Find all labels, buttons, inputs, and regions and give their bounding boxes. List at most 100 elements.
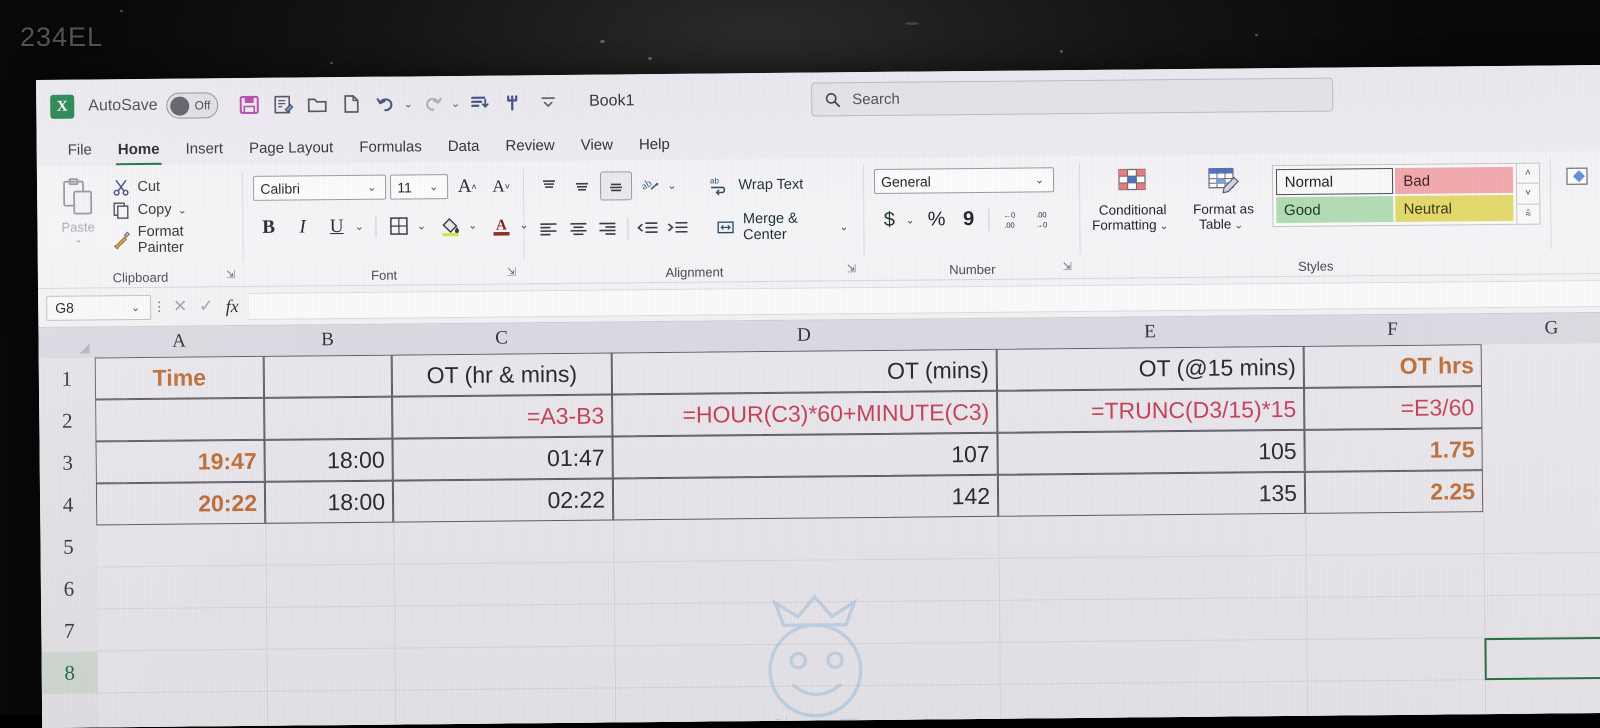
cell-C2[interactable]: =A3-B3 xyxy=(392,394,613,439)
redo-icon[interactable] xyxy=(418,88,448,118)
cell-style-neutral[interactable]: Neutral xyxy=(1395,194,1514,222)
font-name-chevron-down-icon[interactable]: ⌄ xyxy=(367,181,376,194)
autosave-toggle[interactable]: Off xyxy=(166,92,219,119)
new-file-icon[interactable] xyxy=(336,89,366,119)
cell-C3[interactable]: 01:47 xyxy=(392,436,613,481)
format-painter-button[interactable]: Format Painter xyxy=(113,223,233,256)
clipboard-dialog-launcher-icon[interactable]: ⇲ xyxy=(226,266,235,285)
name-box-chevron-down-icon[interactable]: ⌄ xyxy=(131,301,140,314)
align-top-button[interactable] xyxy=(534,173,564,200)
italic-button[interactable]: I xyxy=(288,213,318,240)
cell-F4[interactable]: 2.25 xyxy=(1304,470,1484,514)
align-middle-button[interactable] xyxy=(567,173,597,200)
tab-insert[interactable]: Insert xyxy=(172,137,236,161)
cell-F1[interactable]: OT hrs xyxy=(1303,344,1483,388)
name-box[interactable]: G8 ⌄ xyxy=(46,294,152,321)
sort-icon[interactable] xyxy=(465,88,495,118)
tab-data[interactable]: Data xyxy=(435,134,493,158)
column-header-a[interactable]: A xyxy=(94,326,263,358)
cell-A4[interactable]: 20:22 xyxy=(95,481,266,526)
align-left-button[interactable] xyxy=(535,215,562,242)
decrease-decimal-button[interactable]: .00 →0 xyxy=(1027,205,1057,232)
customize-qat-icon[interactable] xyxy=(533,87,563,117)
row-header-6[interactable]: 6 xyxy=(41,567,97,610)
font-color-button[interactable]: A xyxy=(486,211,516,238)
underline-chevron-down-icon[interactable]: ⌄ xyxy=(355,220,364,233)
cell-E1[interactable]: OT (@15 mins) xyxy=(996,345,1305,391)
cut-button[interactable]: Cut xyxy=(112,177,232,196)
alignment-dialog-launcher-icon[interactable]: ⇲ xyxy=(847,260,856,279)
tab-view[interactable]: View xyxy=(568,133,626,157)
row-header-4[interactable]: 4 xyxy=(40,483,96,526)
fill-color-button[interactable] xyxy=(435,212,465,239)
redo-dropdown-chevron-down-icon[interactable]: ⌄ xyxy=(451,96,460,109)
number-dialog-launcher-icon[interactable]: ⇲ xyxy=(1063,258,1072,277)
bold-button[interactable]: B xyxy=(254,214,284,241)
underline-button[interactable]: U xyxy=(322,213,352,240)
tab-formulas[interactable]: Formulas xyxy=(346,135,435,159)
align-right-button[interactable] xyxy=(594,215,621,242)
column-header-e[interactable]: E xyxy=(996,316,1303,349)
merge-center-chevron-down-icon[interactable]: ⌄ xyxy=(839,220,848,233)
orientation-button[interactable]: ab xyxy=(635,172,665,199)
undo-dropdown-chevron-down-icon[interactable]: ⌄ xyxy=(404,97,413,110)
font-name-input[interactable]: Calibri ⌄ xyxy=(253,174,387,201)
cell-D2[interactable]: =HOUR(C3)*60+MINUTE(C3) xyxy=(612,390,998,437)
orientation-chevron-down-icon[interactable]: ⌄ xyxy=(667,179,676,192)
insert-function-icon[interactable]: fx xyxy=(219,296,245,317)
undo-icon[interactable] xyxy=(370,89,400,119)
select-all-corner[interactable] xyxy=(38,327,95,358)
cell-E4[interactable]: 135 xyxy=(997,471,1306,517)
borders-chevron-down-icon[interactable]: ⌄ xyxy=(417,219,426,232)
decrease-indent-button[interactable] xyxy=(634,215,661,242)
column-header-b[interactable]: B xyxy=(263,325,391,356)
gallery-scroll-down-icon[interactable]: ˅ xyxy=(1517,183,1540,205)
fill-color-chevron-down-icon[interactable]: ⌄ xyxy=(468,219,477,232)
conditional-formatting-button[interactable]: Conditional Formatting ⌄ xyxy=(1090,166,1175,235)
cell-B1[interactable] xyxy=(263,354,393,398)
align-center-button[interactable] xyxy=(564,215,591,242)
formula-bar-options-icon[interactable]: ⋮ xyxy=(151,299,167,315)
cell-E2[interactable]: =TRUNC(D3/15)*15 xyxy=(997,387,1305,433)
tab-help[interactable]: Help xyxy=(626,132,683,156)
selected-cell-G8[interactable] xyxy=(1484,636,1600,681)
search-input[interactable]: Search xyxy=(811,77,1334,117)
fat-chevron-down-icon[interactable]: ⌄ xyxy=(1234,219,1243,231)
row-header-8[interactable]: 8 xyxy=(41,651,98,694)
cell-B3[interactable]: 18:00 xyxy=(264,438,393,482)
merge-and-center-button[interactable]: Merge & Center ⌄ xyxy=(717,210,854,243)
cell-B2[interactable] xyxy=(264,396,393,440)
column-header-d[interactable]: D xyxy=(611,319,996,353)
cell-B4[interactable]: 18:00 xyxy=(264,480,394,524)
cf-chevron-down-icon[interactable]: ⌄ xyxy=(1159,220,1168,232)
decrease-font-size-button[interactable]: A ˅ xyxy=(486,172,516,199)
cell-D4[interactable]: 142 xyxy=(612,474,999,521)
font-size-input[interactable]: 11 ⌄ xyxy=(390,174,449,200)
column-header-f[interactable]: F xyxy=(1303,314,1481,346)
column-header-c[interactable]: C xyxy=(391,322,611,354)
cell-style-normal[interactable]: Normal xyxy=(1275,167,1394,196)
gallery-scroll-up-icon[interactable]: ˄ xyxy=(1516,163,1540,185)
cell-D3[interactable]: 107 xyxy=(612,432,998,479)
gallery-more-icon[interactable]: ⩯ xyxy=(1517,204,1539,224)
font-dialog-launcher-icon[interactable]: ⇲ xyxy=(507,263,516,282)
comma-style-button[interactable]: 9 xyxy=(954,206,984,233)
format-as-table-button[interactable]: Format as Table ⌄ xyxy=(1185,165,1263,234)
copy-button[interactable]: Copy ⌄ xyxy=(113,200,233,219)
filter-icon[interactable] xyxy=(499,87,529,117)
cell-F2[interactable]: =E3/60 xyxy=(1304,386,1483,430)
tab-review[interactable]: Review xyxy=(492,133,567,157)
touch-mode-icon[interactable] xyxy=(268,89,298,119)
increase-font-size-button[interactable]: A ˄ xyxy=(452,173,482,200)
cell-F3[interactable]: 1.75 xyxy=(1304,428,1483,472)
save-icon[interactable] xyxy=(234,90,264,120)
row-header-2[interactable]: 2 xyxy=(39,399,95,442)
cell-C4[interactable]: 02:22 xyxy=(392,478,614,523)
cell-A3[interactable]: 19:47 xyxy=(95,439,265,484)
increase-decimal-button[interactable]: ←0.00 xyxy=(995,206,1025,233)
row-header-5[interactable]: 5 xyxy=(40,525,96,568)
number-format-chevron-down-icon[interactable]: ⌄ xyxy=(1035,173,1044,186)
currency-chevron-down-icon[interactable]: ⌄ xyxy=(905,214,914,227)
tab-home[interactable]: Home xyxy=(105,137,173,161)
cell-style-bad[interactable]: Bad xyxy=(1395,166,1514,194)
